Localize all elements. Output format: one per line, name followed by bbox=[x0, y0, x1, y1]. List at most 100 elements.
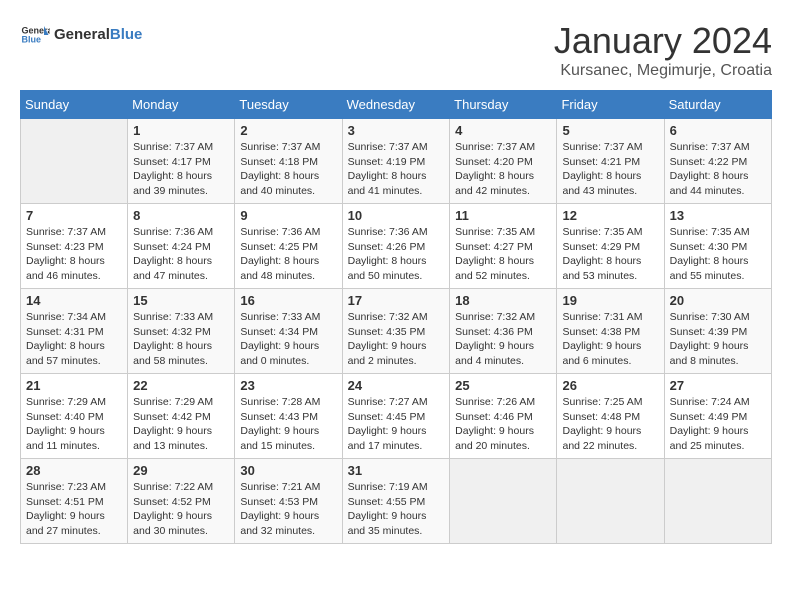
day-number: 10 bbox=[348, 208, 445, 223]
calendar-cell: 23 Sunrise: 7:28 AM Sunset: 4:43 PM Dayli… bbox=[235, 374, 342, 459]
weekday-header: Wednesday bbox=[342, 91, 450, 119]
calendar-cell: 16Sunrise: 7:33 AM Sunset: 4:34 PM Dayli… bbox=[235, 289, 342, 374]
weekday-header: Monday bbox=[128, 91, 235, 119]
day-number: 15 bbox=[133, 293, 229, 308]
calendar-cell: 22 Sunrise: 7:29 AM Sunset: 4:42 PM Dayli… bbox=[128, 374, 235, 459]
day-info: Sunrise: 7:21 AM Sunset: 4:53 PM Dayligh… bbox=[240, 480, 336, 539]
calendar-cell bbox=[21, 119, 128, 204]
header: General Blue GeneralBlue January 2024 Ku… bbox=[20, 20, 772, 80]
title-section: January 2024 Kursanec, Megimurje, Croati… bbox=[554, 20, 772, 80]
day-number: 14 bbox=[26, 293, 122, 308]
day-number: 29 bbox=[133, 463, 229, 478]
calendar-cell: 2 Sunrise: 7:37 AM Sunset: 4:18 PM Daylig… bbox=[235, 119, 342, 204]
calendar-cell: 13 Sunrise: 7:35 AM Sunset: 4:30 PM Dayli… bbox=[664, 204, 771, 289]
calendar-cell: 21Sunrise: 7:29 AM Sunset: 4:40 PM Dayli… bbox=[21, 374, 128, 459]
calendar-cell: 24 Sunrise: 7:27 AM Sunset: 4:45 PM Dayli… bbox=[342, 374, 450, 459]
day-number: 1 bbox=[133, 123, 229, 138]
calendar-week-row: 1 Sunrise: 7:37 AM Sunset: 4:17 PM Daylig… bbox=[21, 119, 772, 204]
weekday-header: Thursday bbox=[450, 91, 557, 119]
day-info: Sunrise: 7:36 AM Sunset: 4:24 PM Dayligh… bbox=[133, 225, 229, 284]
day-info: Sunrise: 7:19 AM Sunset: 4:55 PM Dayligh… bbox=[348, 480, 445, 539]
day-info: Sunrise: 7:37 AM Sunset: 4:20 PM Dayligh… bbox=[455, 140, 551, 199]
day-number: 24 bbox=[348, 378, 445, 393]
day-info: Sunrise: 7:22 AM Sunset: 4:52 PM Dayligh… bbox=[133, 480, 229, 539]
day-number: 17 bbox=[348, 293, 445, 308]
day-number: 22 bbox=[133, 378, 229, 393]
day-info: Sunrise: 7:26 AM Sunset: 4:46 PM Dayligh… bbox=[455, 395, 551, 454]
day-number: 12 bbox=[562, 208, 658, 223]
calendar-week-row: 14 Sunrise: 7:34 AM Sunset: 4:31 PM Dayli… bbox=[21, 289, 772, 374]
weekday-header: Tuesday bbox=[235, 91, 342, 119]
day-info: Sunrise: 7:23 AM Sunset: 4:51 PM Dayligh… bbox=[26, 480, 122, 539]
calendar-cell: 10Sunrise: 7:36 AM Sunset: 4:26 PM Dayli… bbox=[342, 204, 450, 289]
day-number: 28 bbox=[26, 463, 122, 478]
calendar-cell: 29 Sunrise: 7:22 AM Sunset: 4:52 PM Dayli… bbox=[128, 459, 235, 544]
day-info: Sunrise: 7:37 AM Sunset: 4:22 PM Dayligh… bbox=[670, 140, 766, 199]
logo: General Blue GeneralBlue bbox=[20, 20, 142, 50]
day-info: Sunrise: 7:27 AM Sunset: 4:45 PM Dayligh… bbox=[348, 395, 445, 454]
svg-text:Blue: Blue bbox=[22, 35, 42, 45]
weekday-header: Sunday bbox=[21, 91, 128, 119]
calendar-cell bbox=[664, 459, 771, 544]
day-number: 7 bbox=[26, 208, 122, 223]
calendar-cell: 30 Sunrise: 7:21 AM Sunset: 4:53 PM Dayli… bbox=[235, 459, 342, 544]
day-info: Sunrise: 7:24 AM Sunset: 4:49 PM Dayligh… bbox=[670, 395, 766, 454]
day-number: 25 bbox=[455, 378, 551, 393]
day-number: 30 bbox=[240, 463, 336, 478]
day-info: Sunrise: 7:37 AM Sunset: 4:21 PM Dayligh… bbox=[562, 140, 658, 199]
calendar-cell: 3Sunrise: 7:37 AM Sunset: 4:19 PM Daylig… bbox=[342, 119, 450, 204]
logo-icon: General Blue bbox=[20, 20, 50, 50]
calendar-week-row: 21Sunrise: 7:29 AM Sunset: 4:40 PM Dayli… bbox=[21, 374, 772, 459]
day-number: 13 bbox=[670, 208, 766, 223]
calendar-title: January 2024 bbox=[554, 20, 772, 62]
weekday-header: Saturday bbox=[664, 91, 771, 119]
day-info: Sunrise: 7:30 AM Sunset: 4:39 PM Dayligh… bbox=[670, 310, 766, 369]
day-number: 11 bbox=[455, 208, 551, 223]
day-number: 5 bbox=[562, 123, 658, 138]
calendar-cell: 11Sunrise: 7:35 AM Sunset: 4:27 PM Dayli… bbox=[450, 204, 557, 289]
day-info: Sunrise: 7:32 AM Sunset: 4:36 PM Dayligh… bbox=[455, 310, 551, 369]
day-number: 8 bbox=[133, 208, 229, 223]
day-info: Sunrise: 7:29 AM Sunset: 4:42 PM Dayligh… bbox=[133, 395, 229, 454]
calendar-cell: 17 Sunrise: 7:32 AM Sunset: 4:35 PM Dayli… bbox=[342, 289, 450, 374]
day-info: Sunrise: 7:33 AM Sunset: 4:32 PM Dayligh… bbox=[133, 310, 229, 369]
day-number: 16 bbox=[240, 293, 336, 308]
weekday-header: Friday bbox=[557, 91, 664, 119]
logo-text: GeneralBlue bbox=[54, 27, 142, 44]
calendar-cell: 12 Sunrise: 7:35 AM Sunset: 4:29 PM Dayli… bbox=[557, 204, 664, 289]
day-number: 6 bbox=[670, 123, 766, 138]
day-info: Sunrise: 7:37 AM Sunset: 4:17 PM Dayligh… bbox=[133, 140, 229, 199]
calendar-cell: 5 Sunrise: 7:37 AM Sunset: 4:21 PM Daylig… bbox=[557, 119, 664, 204]
calendar-table: SundayMondayTuesdayWednesdayThursdayFrid… bbox=[20, 90, 772, 544]
day-number: 23 bbox=[240, 378, 336, 393]
day-info: Sunrise: 7:35 AM Sunset: 4:29 PM Dayligh… bbox=[562, 225, 658, 284]
calendar-cell: 9 Sunrise: 7:36 AM Sunset: 4:25 PM Daylig… bbox=[235, 204, 342, 289]
calendar-cell: 6 Sunrise: 7:37 AM Sunset: 4:22 PM Daylig… bbox=[664, 119, 771, 204]
day-number: 19 bbox=[562, 293, 658, 308]
calendar-cell: 1 Sunrise: 7:37 AM Sunset: 4:17 PM Daylig… bbox=[128, 119, 235, 204]
calendar-cell: 7 Sunrise: 7:37 AM Sunset: 4:23 PM Daylig… bbox=[21, 204, 128, 289]
day-info: Sunrise: 7:34 AM Sunset: 4:31 PM Dayligh… bbox=[26, 310, 122, 369]
day-info: Sunrise: 7:32 AM Sunset: 4:35 PM Dayligh… bbox=[348, 310, 445, 369]
calendar-week-row: 7 Sunrise: 7:37 AM Sunset: 4:23 PM Daylig… bbox=[21, 204, 772, 289]
day-number: 9 bbox=[240, 208, 336, 223]
day-info: Sunrise: 7:29 AM Sunset: 4:40 PM Dayligh… bbox=[26, 395, 122, 454]
day-info: Sunrise: 7:37 AM Sunset: 4:23 PM Dayligh… bbox=[26, 225, 122, 284]
calendar-cell: 14 Sunrise: 7:34 AM Sunset: 4:31 PM Dayli… bbox=[21, 289, 128, 374]
calendar-cell: 19 Sunrise: 7:31 AM Sunset: 4:38 PM Dayli… bbox=[557, 289, 664, 374]
day-info: Sunrise: 7:31 AM Sunset: 4:38 PM Dayligh… bbox=[562, 310, 658, 369]
day-number: 2 bbox=[240, 123, 336, 138]
calendar-cell: 31Sunrise: 7:19 AM Sunset: 4:55 PM Dayli… bbox=[342, 459, 450, 544]
day-info: Sunrise: 7:36 AM Sunset: 4:25 PM Dayligh… bbox=[240, 225, 336, 284]
weekday-header-row: SundayMondayTuesdayWednesdayThursdayFrid… bbox=[21, 91, 772, 119]
calendar-cell: 28 Sunrise: 7:23 AM Sunset: 4:51 PM Dayli… bbox=[21, 459, 128, 544]
day-info: Sunrise: 7:35 AM Sunset: 4:30 PM Dayligh… bbox=[670, 225, 766, 284]
day-info: Sunrise: 7:37 AM Sunset: 4:18 PM Dayligh… bbox=[240, 140, 336, 199]
day-info: Sunrise: 7:28 AM Sunset: 4:43 PM Dayligh… bbox=[240, 395, 336, 454]
calendar-cell: 26Sunrise: 7:25 AM Sunset: 4:48 PM Dayli… bbox=[557, 374, 664, 459]
calendar-cell: 27Sunrise: 7:24 AM Sunset: 4:49 PM Dayli… bbox=[664, 374, 771, 459]
day-number: 3 bbox=[348, 123, 445, 138]
day-number: 26 bbox=[562, 378, 658, 393]
calendar-cell: 25 Sunrise: 7:26 AM Sunset: 4:46 PM Dayli… bbox=[450, 374, 557, 459]
day-number: 18 bbox=[455, 293, 551, 308]
